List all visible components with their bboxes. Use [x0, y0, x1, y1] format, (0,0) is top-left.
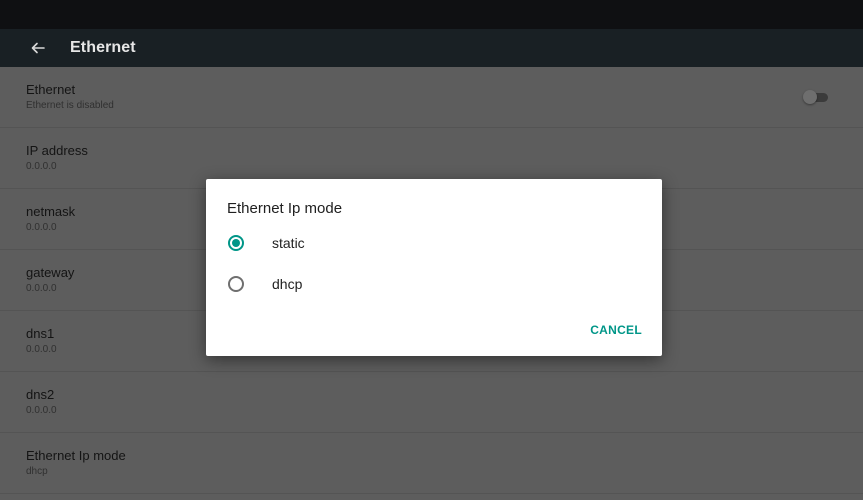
setting-title: dns2 [26, 387, 55, 402]
setting-summary: dhcp [26, 466, 48, 477]
app-bar: Ethernet [0, 29, 863, 67]
option-label: static [272, 235, 305, 251]
ip-mode-dialog: Ethernet Ip mode static dhcp CANCEL [206, 179, 662, 356]
setting-row-ethernet[interactable]: Ethernet Ethernet is disabled [0, 67, 863, 128]
ethernet-toggle-switch[interactable] [803, 90, 831, 104]
setting-summary: 0.0.0.0 [26, 283, 57, 294]
option-static[interactable]: static [224, 227, 644, 259]
setting-summary: 0.0.0.0 [26, 161, 57, 172]
setting-summary: Ethernet is disabled [26, 100, 114, 111]
setting-title: Ethernet [26, 82, 76, 97]
setting-title: gateway [26, 265, 75, 280]
cancel-button[interactable]: CANCEL [590, 323, 642, 337]
settings-screen: Ethernet Ethernet Ethernet is disabled I… [0, 0, 863, 500]
option-dhcp[interactable]: dhcp [224, 268, 644, 300]
setting-title: netmask [26, 204, 76, 219]
app-bar-title: Ethernet [70, 39, 136, 56]
radio-unchecked-icon[interactable] [228, 276, 244, 292]
arrow-back-icon[interactable] [30, 40, 46, 56]
setting-title: Ethernet Ip mode [26, 448, 126, 463]
setting-title: dns1 [26, 326, 55, 341]
setting-row-ethernet-ip-mode[interactable]: Ethernet Ip mode dhcp [0, 433, 863, 494]
setting-summary: 0.0.0.0 [26, 222, 57, 233]
switch-thumb [803, 90, 817, 104]
setting-row-dns2[interactable]: dns2 0.0.0.0 [0, 372, 863, 433]
setting-title: IP address [26, 143, 88, 158]
setting-summary: 0.0.0.0 [26, 405, 57, 416]
option-label: dhcp [272, 276, 303, 292]
status-bar [0, 0, 863, 29]
radio-checked-icon[interactable] [228, 235, 244, 251]
setting-summary: 0.0.0.0 [26, 344, 57, 355]
dialog-title: Ethernet Ip mode [227, 200, 343, 217]
